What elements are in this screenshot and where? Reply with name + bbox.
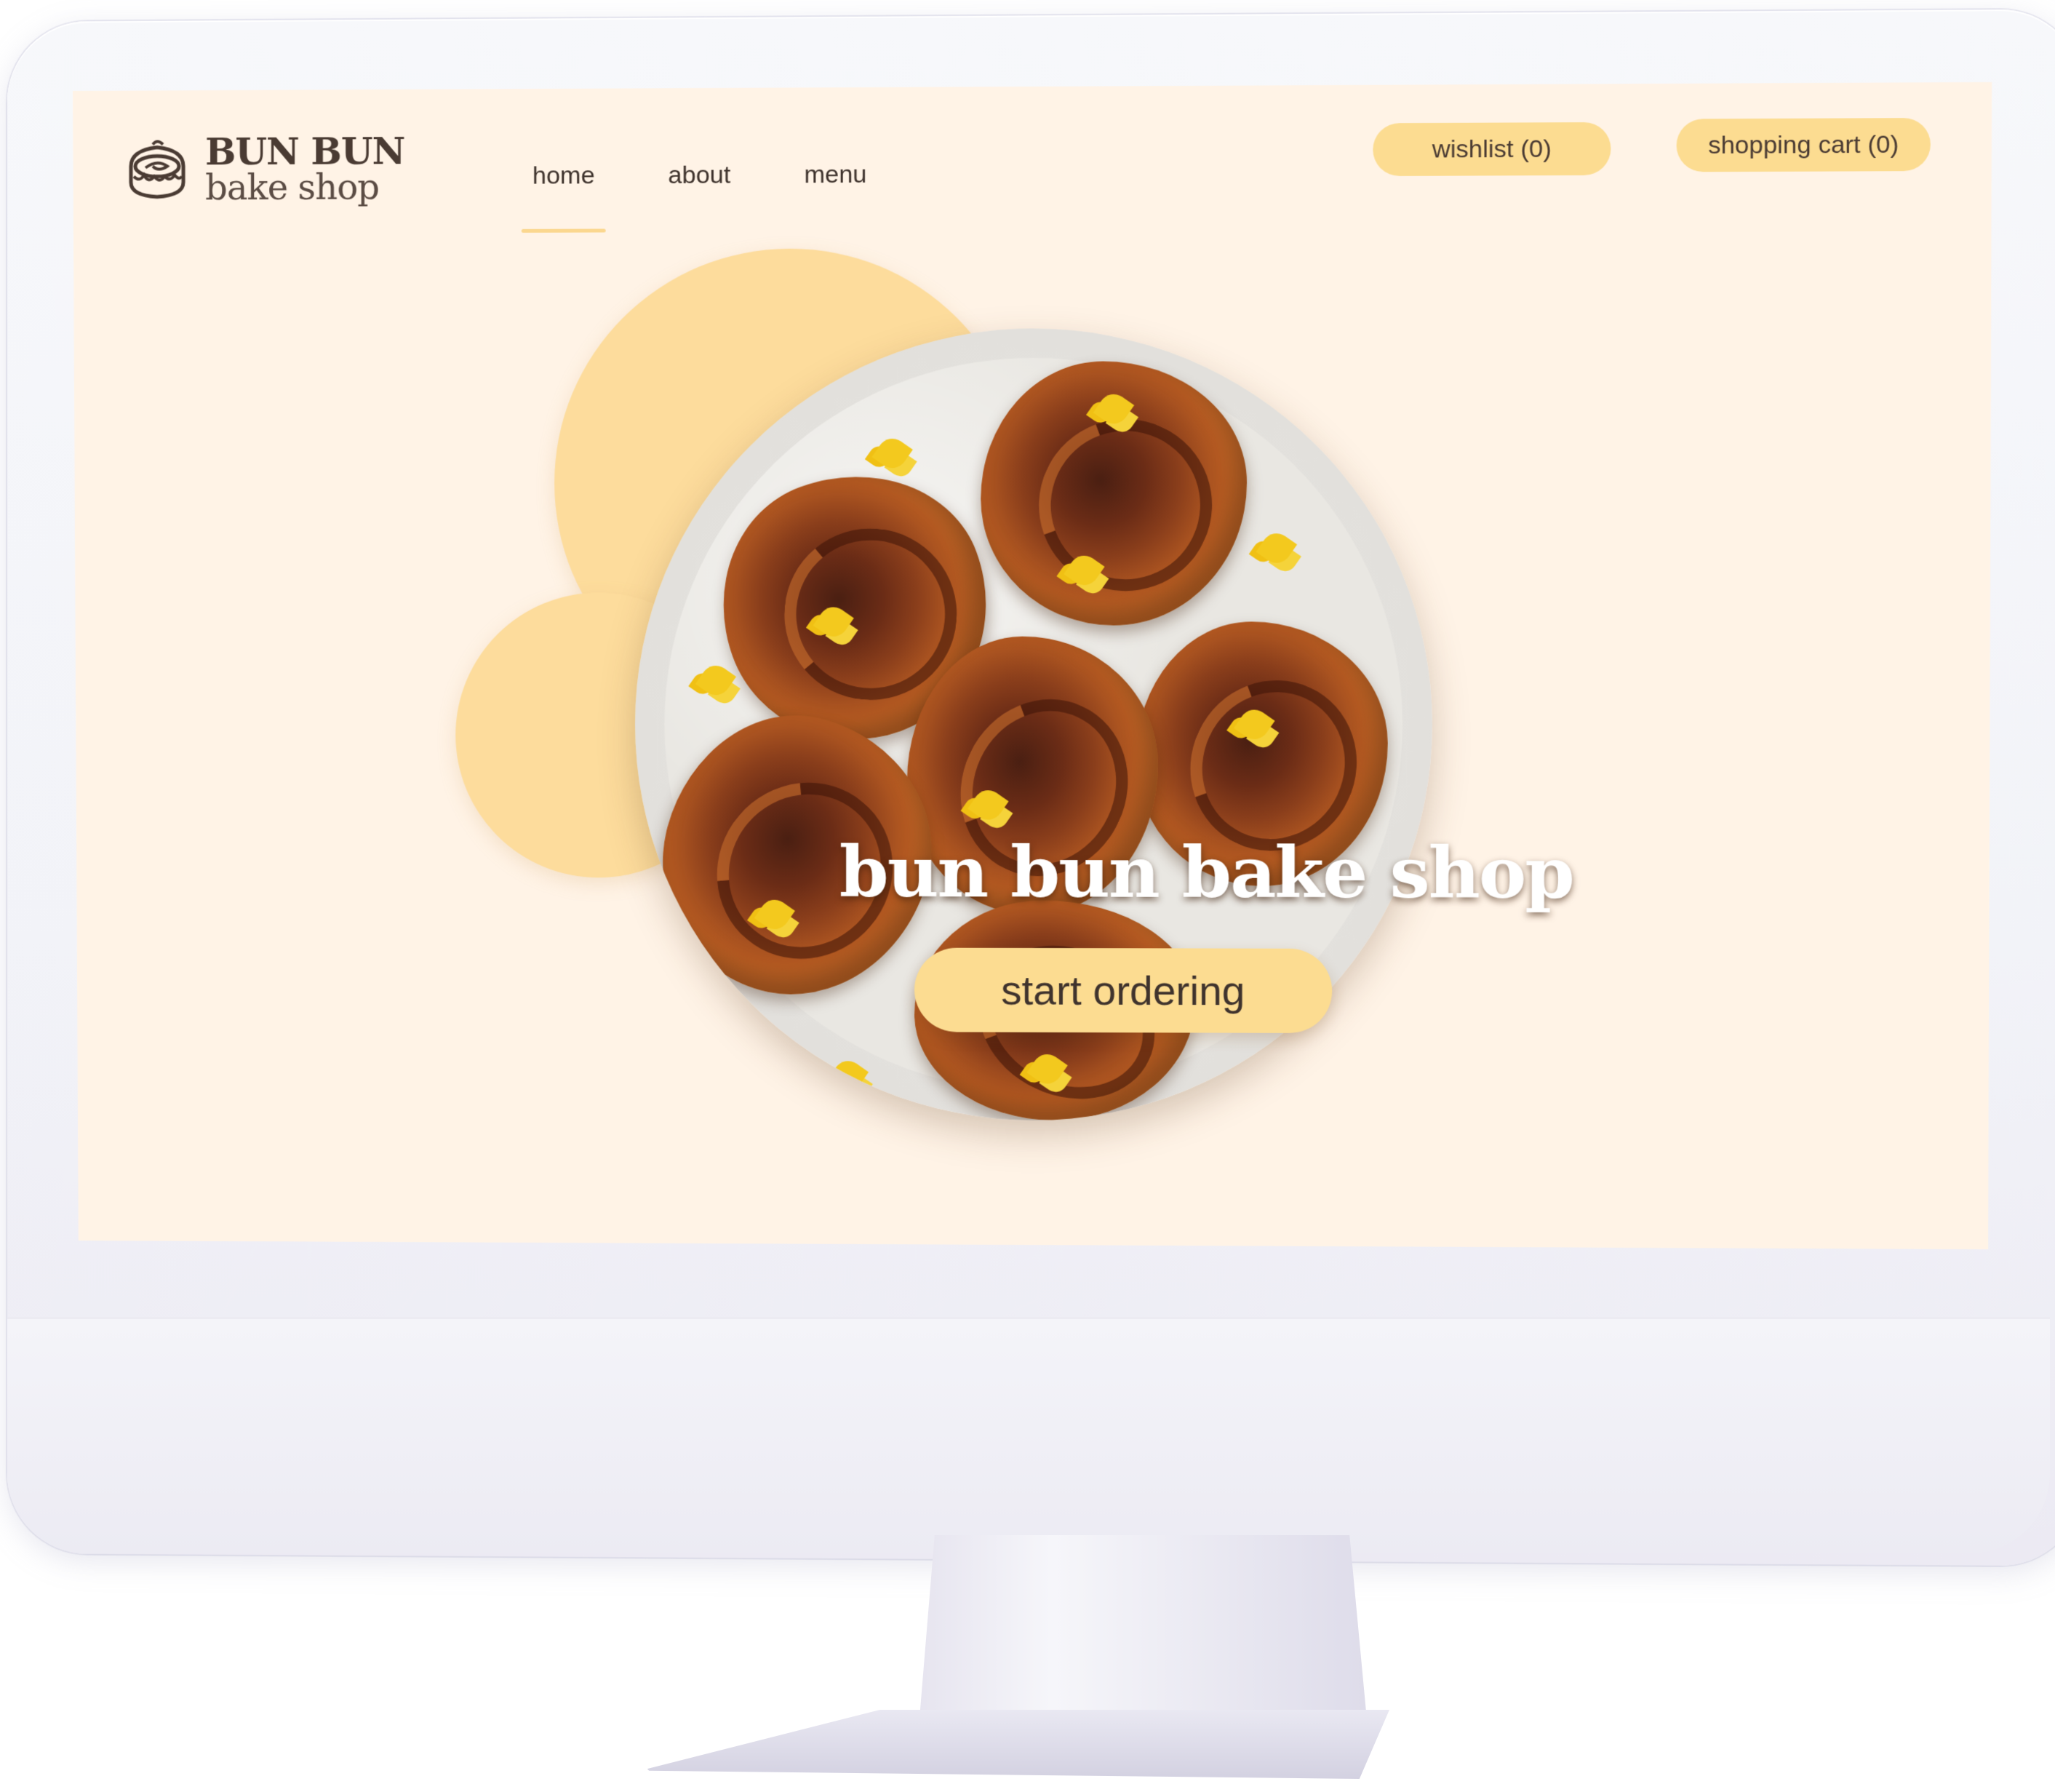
- nav-link-about[interactable]: about: [657, 155, 741, 196]
- nav-link-home[interactable]: home: [522, 156, 606, 196]
- brand-logo[interactable]: BUN BUN bake shop: [124, 133, 404, 206]
- brand-tagline: bake shop: [205, 167, 380, 209]
- monitor-stand-base: [640, 1710, 1389, 1779]
- shopping-cart-button[interactable]: shopping cart (0): [1677, 118, 1931, 172]
- flower-garnish: [828, 1055, 869, 1096]
- brand-name: BUN BUN: [205, 130, 405, 174]
- main-navigation: home about menu: [522, 155, 878, 196]
- cinnamon-bun-icon: [124, 137, 191, 202]
- monitor-chin: [7, 1317, 2050, 1553]
- website-screen: BUN BUN bake shop home about menu wishli…: [73, 82, 1992, 1249]
- desktop-monitor-mockup: BUN BUN bake shop home about menu wishli…: [0, 0, 2055, 1792]
- hero-title: bun bun bake shop: [839, 830, 1573, 915]
- wishlist-button[interactable]: wishlist (0): [1373, 122, 1611, 176]
- brand-wordmark: BUN BUN bake shop: [205, 133, 404, 205]
- start-ordering-button[interactable]: start ordering: [914, 948, 1332, 1033]
- nav-link-menu[interactable]: menu: [793, 155, 877, 196]
